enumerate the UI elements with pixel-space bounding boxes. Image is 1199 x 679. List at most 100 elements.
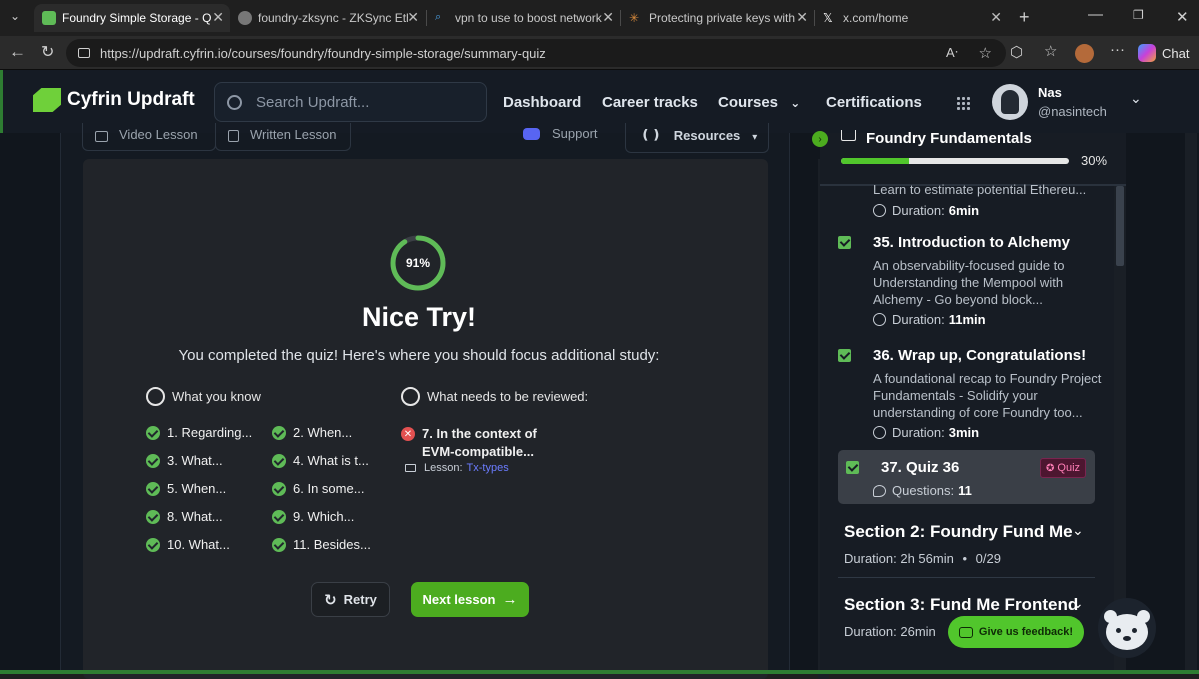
close-tab-icon[interactable]: ✕	[407, 9, 419, 26]
user-menu-chevron-icon[interactable]: ⌄	[1130, 90, 1142, 107]
more-menu-icon[interactable]: ···	[1110, 41, 1125, 58]
browser-tab-1[interactable]: Foundry Simple Storage - Quiz ✕	[34, 4, 230, 32]
course-progress-percent: 30%	[1081, 153, 1108, 168]
mascot-eye-left	[1116, 628, 1121, 633]
score-percent: 91%	[405, 256, 431, 270]
lesson-duration: Duration: 11min	[838, 312, 1108, 327]
mascot-ear-right	[1137, 610, 1150, 623]
course-header[interactable]: › Foundry Fundamentals 30%	[812, 130, 1126, 183]
browser-tab-bar: ⌄ Foundry Simple Storage - Quiz ✕ foundr…	[0, 0, 1199, 36]
refresh-icon[interactable]: ↻	[41, 42, 54, 62]
close-tab-icon[interactable]: ✕	[796, 9, 808, 26]
mascot-bear-icon[interactable]	[1098, 598, 1156, 658]
browser-tab-4[interactable]: ✳ Protecting private keys with cas ✕	[621, 4, 814, 32]
collections-icon[interactable]: ☆	[1044, 42, 1057, 60]
close-tab-icon[interactable]: ✕	[990, 9, 1002, 26]
discord-icon	[523, 127, 540, 140]
lesson-title: 36. Wrap up, Congratulations!	[873, 347, 1087, 364]
browser-tab-3[interactable]: ⌕ vpn to use to boost network sp ✕	[427, 4, 620, 32]
tab-actions-chevron-icon[interactable]: ⌄	[10, 9, 20, 23]
tab-title: vpn to use to boost network sp	[455, 11, 605, 25]
restore-icon[interactable]: ❐	[1133, 8, 1144, 22]
section-duration: Duration: 2h 56min	[844, 551, 954, 566]
nav-dashboard[interactable]: Dashboard	[503, 94, 581, 111]
review-lesson-link[interactable]: Tx-types	[467, 462, 509, 474]
retry-button[interactable]: ↻ Retry	[311, 582, 390, 617]
quiz-result-card: 91% Nice Try! You completed the quiz! He…	[83, 159, 768, 679]
search-input[interactable]: Search Updraft...	[214, 82, 487, 122]
close-tab-icon[interactable]: ✕	[212, 9, 224, 26]
check-icon	[272, 537, 286, 552]
clock-icon	[873, 204, 886, 217]
nav-courses-label: Courses	[718, 94, 779, 111]
lesson-item-36[interactable]: 36. Wrap up, Congratulations! A foundati…	[838, 347, 1108, 440]
lesson-duration: Duration: 3min	[838, 425, 1108, 440]
review-lesson-row: Lesson: Tx-types	[405, 462, 509, 474]
support-link[interactable]: Support	[523, 126, 598, 141]
book-icon	[841, 130, 856, 141]
tab-title: foundry-zksync - ZKSync Ethere	[258, 11, 408, 25]
nav-courses[interactable]: Courses ⌄	[718, 94, 800, 111]
minimize-icon[interactable]: —	[1088, 6, 1103, 23]
feedback-label: Give us feedback!	[978, 626, 1074, 638]
resources-dropdown[interactable]: ❪❫ Resources ▾	[625, 123, 769, 153]
cut-lesson-duration: Duration: 6min	[873, 203, 979, 218]
quiz-title-row: 37. Quiz 36	[846, 459, 959, 476]
tab-title: Protecting private keys with cas	[649, 11, 799, 25]
known-heading: What you know	[146, 387, 261, 406]
section-title: Section 2: Foundry Fund Me	[844, 522, 1073, 541]
new-tab-icon[interactable]: +	[1019, 7, 1030, 28]
profile-avatar-icon[interactable]	[1075, 44, 1094, 63]
window-close-icon[interactable]: ✕	[1176, 8, 1189, 26]
browser-tab-5[interactable]: 𝕏 x.com/home ✕	[815, 4, 1008, 32]
far-right-scrollbar[interactable]	[1185, 133, 1197, 670]
url-field[interactable]: https://updraft.cyfrin.io/courses/foundr…	[66, 39, 1006, 67]
user-avatar[interactable]	[992, 84, 1028, 120]
apps-grid-icon[interactable]	[956, 96, 970, 110]
search-icon	[227, 94, 242, 110]
course-progress-bar	[841, 158, 1069, 164]
known-item: 6. In some...	[272, 481, 365, 496]
known-item: 10. What...	[146, 537, 230, 552]
tab-title: Foundry Simple Storage - Quiz	[62, 11, 212, 25]
known-item-label: 5. When...	[167, 481, 227, 496]
section-2[interactable]: Section 2: Foundry Fund Me Duration: 2h …	[844, 522, 1096, 566]
sidebar-scroll-thumb[interactable]	[1116, 186, 1124, 266]
known-item: 9. Which...	[272, 509, 354, 524]
result-headline: Nice Try!	[361, 302, 477, 332]
check-icon	[146, 481, 160, 496]
check-icon	[272, 453, 286, 468]
lesson-desc: A foundational recap to Foundry Project …	[873, 371, 1102, 420]
collapse-toggle-icon[interactable]: ›	[812, 131, 828, 147]
browser-tab-2[interactable]: foundry-zksync - ZKSync Ethere ✕	[230, 4, 425, 32]
nav-career-tracks[interactable]: Career tracks	[602, 94, 698, 111]
nav-certifications[interactable]: Certifications	[826, 94, 922, 111]
questions-label: Questions:	[892, 483, 955, 498]
extensions-icon[interactable]: ⬡	[1010, 43, 1023, 61]
chevron-down-icon[interactable]: ⌄	[1072, 595, 1084, 612]
known-item-label: 2. When...	[293, 425, 353, 440]
tab-video-lesson[interactable]: Video Lesson	[82, 123, 216, 151]
review-heading-label: What needs to be reviewed:	[427, 389, 589, 404]
tab-written-lesson[interactable]: Written Lesson	[215, 123, 351, 151]
lesson-item-35[interactable]: 35. Introduction to Alchemy An observabi…	[838, 234, 1108, 327]
quiz-item-37[interactable]: 37. Quiz 36 ✪ Quiz Questions: 11	[838, 450, 1095, 504]
retry-label: Retry	[343, 592, 377, 607]
search-favicon-icon: ⌕	[435, 11, 442, 23]
feedback-button[interactable]: Give us feedback!	[948, 616, 1084, 648]
lesson-desc: An observability-focused guide to Unders…	[873, 258, 1065, 307]
chevron-down-icon[interactable]: ⌄	[1072, 522, 1084, 539]
back-icon[interactable]: ←	[9, 42, 26, 62]
chat-label: Chat	[1162, 45, 1190, 61]
course-sidebar: › Foundry Fundamentals 30% Learn to esti…	[812, 130, 1126, 670]
copilot-chat-button[interactable]: Chat	[1138, 40, 1193, 66]
read-aloud-icon[interactable]: Aᐧ	[946, 45, 958, 61]
close-tab-icon[interactable]: ✕	[602, 9, 614, 26]
cyfrin-logo[interactable]: Cyfrin Updraft	[33, 88, 195, 112]
github-favicon-icon	[238, 11, 252, 25]
duration-label: Duration:	[892, 312, 945, 327]
favorite-star-icon[interactable]: ☆	[979, 44, 992, 62]
completed-checkbox-icon	[838, 349, 851, 362]
next-lesson-button[interactable]: Next lesson →	[411, 582, 529, 617]
check-icon	[146, 537, 160, 552]
